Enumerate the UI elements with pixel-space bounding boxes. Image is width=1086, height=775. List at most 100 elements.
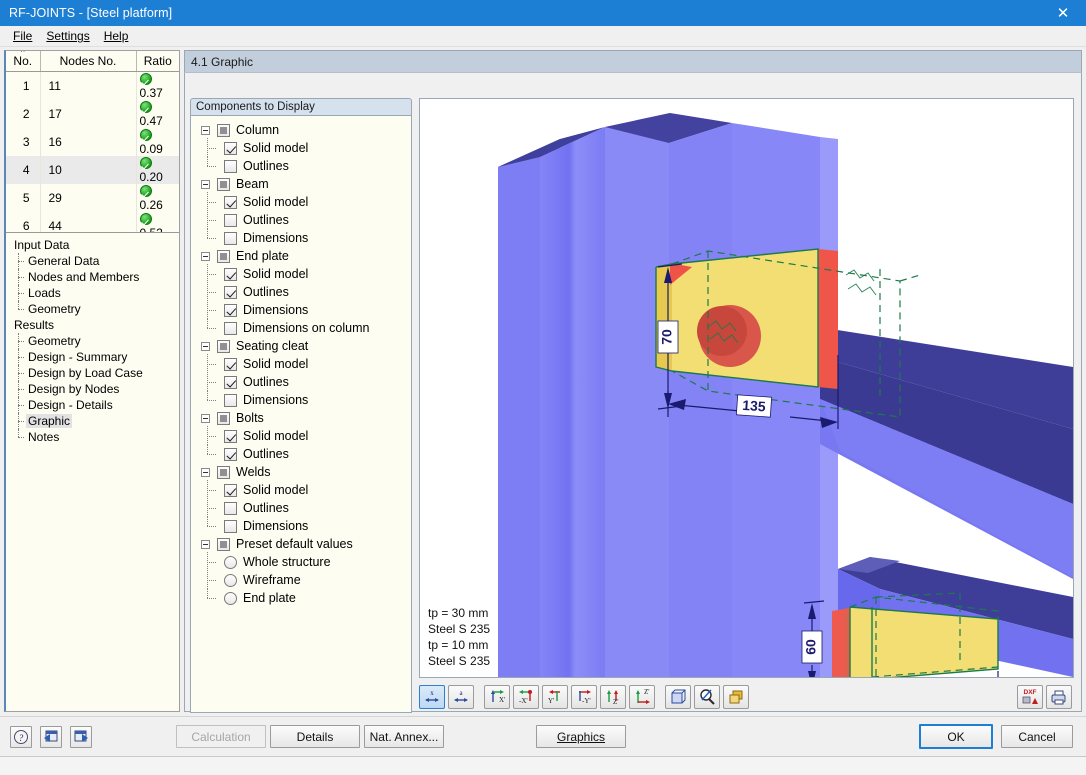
tree-node-bolts[interactable]: Bolts [196, 409, 411, 427]
checkbox-tristate[interactable] [217, 411, 230, 425]
checkbox-tristate[interactable] [217, 339, 230, 353]
tree-item-whole-structure[interactable]: Whole structure [196, 552, 411, 571]
expander-collapse-icon[interactable] [201, 125, 210, 135]
tree-item-solid-model[interactable]: Solid model [196, 426, 411, 445]
table-row[interactable]: 2 17 0.47 [6, 99, 179, 128]
checkbox-checked[interactable] [224, 303, 237, 317]
tree-item-outlines[interactable]: Outlines [196, 444, 411, 463]
ok-button[interactable]: OK [919, 724, 993, 749]
next-button[interactable] [70, 726, 92, 748]
tree-item-outlines[interactable]: Outlines [196, 372, 411, 391]
expander-collapse-icon[interactable] [201, 467, 210, 477]
tree-item-outlines[interactable]: Outlines [196, 282, 411, 301]
tree-node-end-plate[interactable]: End plate [196, 247, 411, 265]
view-x-button[interactable]: x [419, 685, 445, 709]
view-yprime-button[interactable]: Y' [542, 685, 568, 709]
tree-item-wireframe[interactable]: Wireframe [196, 570, 411, 589]
print-button[interactable] [1046, 685, 1072, 709]
nav-item-design-summary[interactable]: Design - Summary [12, 349, 179, 365]
cancel-button[interactable]: Cancel [1001, 725, 1073, 748]
table-row[interactable]: 1 11 0.37 [6, 71, 179, 100]
tree-node-preset-default-values[interactable]: Preset default values [196, 535, 411, 553]
menu-file[interactable]: File [6, 27, 39, 45]
tree-item-outlines[interactable]: Outlines [196, 498, 411, 517]
nav-item-general-data[interactable]: General Data [12, 253, 179, 269]
view-neg-yprime-button[interactable]: -Y' [571, 685, 597, 709]
help-button[interactable]: ? [10, 726, 32, 748]
tree-item-end-plate[interactable]: End plate [196, 588, 411, 607]
checkbox-unchecked[interactable] [224, 321, 237, 335]
checkbox-unchecked[interactable] [224, 393, 237, 407]
column-header-ratio[interactable]: Ratio [136, 51, 179, 72]
table-row[interactable]: 5 29 0.26 [6, 183, 179, 212]
expander-collapse-icon[interactable] [201, 413, 210, 423]
table-row[interactable]: 4 10 0.20 [6, 155, 179, 184]
tree-item-dimensions-on-column[interactable]: Dimensions on column [196, 318, 411, 337]
tree-node-column[interactable]: Column [196, 121, 411, 139]
checkbox-unchecked[interactable] [224, 519, 237, 533]
graphic-viewport[interactable]: 70 135 60 tp = 30 mm Steel S 235 tp = 10… [419, 98, 1074, 678]
checkbox-unchecked[interactable] [224, 501, 237, 515]
checkbox-checked[interactable] [224, 357, 237, 371]
view-xprime-button[interactable]: X' [484, 685, 510, 709]
checkbox-checked[interactable] [224, 267, 237, 281]
tree-item-solid-model[interactable]: Solid model [196, 354, 411, 373]
nav-item-graphic[interactable]: Graphic [12, 413, 179, 429]
tree-item-outlines[interactable]: Outlines [196, 156, 411, 175]
nav-item-loads[interactable]: Loads [12, 285, 179, 301]
details-button[interactable]: Details [270, 725, 360, 748]
dxf-export-button[interactable]: DXF [1017, 685, 1043, 709]
radio-button[interactable] [224, 591, 237, 605]
view-a-button[interactable]: a [448, 685, 474, 709]
checkbox-checked[interactable] [224, 447, 237, 461]
tree-item-dimensions[interactable]: Dimensions [196, 228, 411, 247]
expander-collapse-icon[interactable] [201, 251, 210, 261]
table-row[interactable]: 6 44 0.52 [6, 211, 179, 232]
radio-button[interactable] [224, 573, 237, 587]
zoom-tool-button[interactable] [694, 685, 720, 709]
graphics-button[interactable]: Graphics [536, 725, 626, 748]
nav-item-notes[interactable]: Notes [12, 429, 179, 445]
checkbox-checked[interactable] [224, 195, 237, 209]
checkbox-tristate[interactable] [217, 123, 230, 137]
checkbox-tristate[interactable] [217, 249, 230, 263]
nav-item-design-by-load-case[interactable]: Design by Load Case [12, 365, 179, 381]
previous-button[interactable] [40, 726, 62, 748]
checkbox-checked[interactable] [224, 285, 237, 299]
expander-collapse-icon[interactable] [201, 341, 210, 351]
checkbox-checked[interactable] [224, 141, 237, 155]
view-zprime-button[interactable]: Z' [600, 685, 626, 709]
view-iso-axes-button[interactable]: Z' [629, 685, 655, 709]
table-row[interactable]: 3 16 0.09 [6, 127, 179, 156]
tree-item-solid-model[interactable]: Solid model [196, 192, 411, 211]
radio-button[interactable] [224, 555, 237, 569]
tree-item-solid-model[interactable]: Solid model [196, 138, 411, 157]
column-header-nodes[interactable]: Nodes No. [40, 51, 137, 72]
view-neg-xprime-button[interactable]: -X' [513, 685, 539, 709]
tree-node-seating-cleat[interactable]: Seating cleat [196, 337, 411, 355]
tree-item-dimensions[interactable]: Dimensions [196, 300, 411, 319]
tree-node-welds[interactable]: Welds [196, 463, 411, 481]
checkbox-unchecked[interactable] [224, 231, 237, 245]
tree-item-dimensions[interactable]: Dimensions [196, 516, 411, 535]
checkbox-unchecked[interactable] [224, 213, 237, 227]
tree-item-solid-model[interactable]: Solid model [196, 264, 411, 283]
calculation-button[interactable]: Calculation [176, 725, 266, 748]
expander-collapse-icon[interactable] [201, 539, 210, 549]
view-cube-button[interactable] [665, 685, 691, 709]
checkbox-tristate[interactable] [217, 465, 230, 479]
tree-node-beam[interactable]: Beam [196, 175, 411, 193]
nav-item-nodes-and-members[interactable]: Nodes and Members [12, 269, 179, 285]
nav-item-design-by-nodes[interactable]: Design by Nodes [12, 381, 179, 397]
checkbox-checked[interactable] [224, 483, 237, 497]
nat-annex-button[interactable]: Nat. Annex... [364, 725, 444, 748]
checkbox-unchecked[interactable] [224, 159, 237, 173]
menu-help[interactable]: Help [97, 27, 136, 45]
close-icon[interactable]: ✕ [1040, 0, 1086, 26]
tree-item-outlines[interactable]: Outlines [196, 210, 411, 229]
expander-collapse-icon[interactable] [201, 179, 210, 189]
menu-settings[interactable]: Settings [39, 27, 96, 45]
checkbox-checked[interactable] [224, 375, 237, 389]
column-header-no[interactable]: ^ No. [6, 51, 41, 72]
nav-item-geometry-input[interactable]: Geometry [12, 301, 179, 317]
